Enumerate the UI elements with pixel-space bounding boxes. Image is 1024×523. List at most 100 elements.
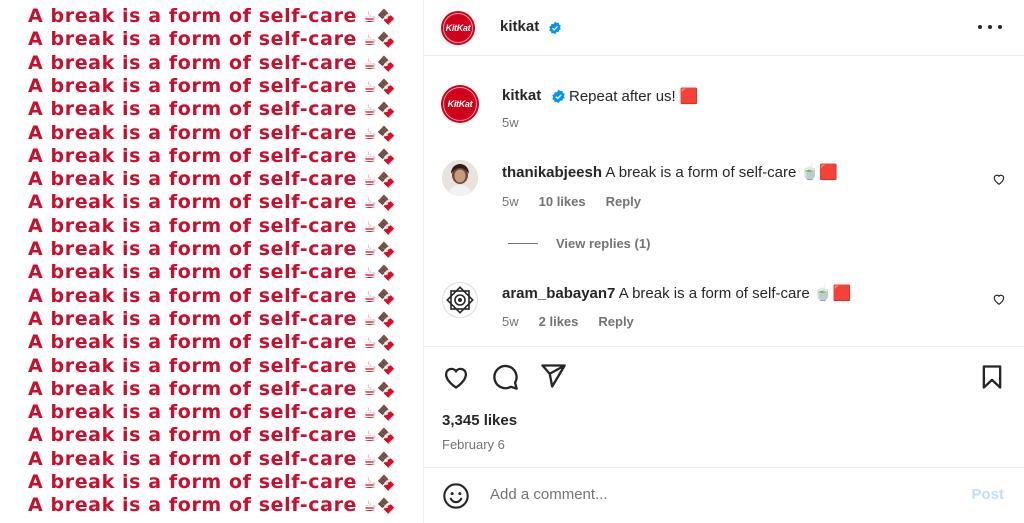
coffee-chocolate-emoji-icon: ☕🍫 xyxy=(363,474,397,492)
post-details-panel: KitKat kitkat KitKat kitkat Repeat after… xyxy=(424,0,1024,523)
coffee-chocolate-emoji-icon: ☕🍫 xyxy=(363,404,397,423)
coffee-chocolate-emoji-icon: ☕🍫 xyxy=(363,194,397,213)
share-icon[interactable] xyxy=(539,362,567,390)
verified-badge-icon xyxy=(549,21,561,35)
post-image-text: A break is a form of self-care xyxy=(28,121,358,144)
coffee-chocolate-emoji-icon: ☕🍫 xyxy=(363,497,397,516)
post-image-text: A break is a form of self-care xyxy=(28,191,358,214)
coffee-chocolate-emoji-icon: ☕🍫 xyxy=(363,334,397,353)
post-image-text-line: A break is a form of self-care ☕🍫 xyxy=(28,238,396,261)
post-image-text-line: A break is a form of self-care ☕🍫 xyxy=(28,494,396,517)
post-date[interactable]: February 6 xyxy=(442,437,505,452)
post-image-text-line: A break is a form of self-care ☕🍫 xyxy=(28,122,396,145)
coffee-chocolate-emoji-icon: ☕🍫 xyxy=(363,450,397,469)
caption-avatar[interactable]: KitKat xyxy=(441,85,479,123)
post-image-text: A break is a form of self-care xyxy=(28,168,358,191)
comment-reply-button[interactable]: Reply xyxy=(598,314,633,329)
more-options-button[interactable] xyxy=(978,17,1002,37)
post-image-text: A break is a form of self-care xyxy=(28,447,358,470)
post-image-text-line: A break is a form of self-care ☕🍫 xyxy=(28,378,396,401)
coffee-chocolate-emoji-icon: ☕🍫 xyxy=(363,264,397,283)
coffee-chocolate-emoji-icon: ☕🍫 xyxy=(363,147,397,166)
post-image-text: A break is a form of self-care xyxy=(28,51,358,74)
post-image-text-line: A break is a form of self-care ☕🍫 xyxy=(28,168,396,191)
post-image-text-line: A break is a form of self-care ☕🍫 xyxy=(28,145,396,168)
comment-time[interactable]: 5w xyxy=(502,314,519,329)
add-comment-input[interactable] xyxy=(490,486,950,503)
post-image-text-line: A break is a form of self-care ☕🍫 xyxy=(28,215,396,238)
post-image-text: A break is a form of self-care xyxy=(28,377,358,400)
post-image-text: A break is a form of self-care xyxy=(28,284,358,307)
more-horizontal-icon-dot xyxy=(998,25,1002,29)
comment-meta: 5w 2 likes Reply xyxy=(502,314,634,329)
heart-icon[interactable] xyxy=(442,363,470,391)
post-image-text-line: A break is a form of self-care ☕🍫 xyxy=(28,471,396,494)
post-image-text-line: A break is a form of self-care ☕🍫 xyxy=(28,191,396,214)
coffee-chocolate-emoji-icon: ☕🍫 xyxy=(363,380,397,399)
author-avatar-logo: KitKat xyxy=(445,23,471,33)
geometric-emblem-icon xyxy=(444,284,476,316)
post-image-text: A break is a form of self-care xyxy=(28,214,358,237)
post-image-text-line: A break is a form of self-care ☕🍫 xyxy=(28,401,396,424)
coffee-chocolate-emoji-icon: ☕🍫 xyxy=(363,171,397,190)
comment-avatar[interactable] xyxy=(442,282,478,318)
post-image-text: A break is a form of self-care xyxy=(28,354,358,377)
post-image-text: A break is a form of self-care xyxy=(28,401,358,424)
post-image-text-line: A break is a form of self-care ☕🍫 xyxy=(28,331,396,354)
post-image-text: A break is a form of self-care xyxy=(28,238,358,260)
post-image-text-line: A break is a form of self-care ☕🍫 xyxy=(28,28,396,51)
comment-username[interactable]: aram_babayan7 xyxy=(502,285,615,302)
post-image-text-line: A break is a form of self-care ☕🍫 xyxy=(28,75,396,98)
comment-likes[interactable]: 2 likes xyxy=(539,314,579,329)
more-horizontal-icon-dot xyxy=(978,25,982,29)
coffee-chocolate-emoji-icon: ☕🍫 xyxy=(363,241,397,259)
author-avatar[interactable]: KitKat xyxy=(441,11,475,45)
comment-icon[interactable] xyxy=(491,363,519,391)
coffee-chocolate-emoji-icon: ☕🍫 xyxy=(363,8,397,26)
post-image-text-line: A break is a form of self-care ☕🍫 xyxy=(28,5,396,28)
coffee-chocolate-emoji-icon: ☕🍫 xyxy=(363,427,397,446)
coffee-chocolate-emoji-icon: ☕🍫 xyxy=(363,287,397,306)
view-replies-button[interactable]: View replies (1) xyxy=(508,236,650,251)
post-image-text-line: A break is a form of self-care ☕🍫 xyxy=(28,308,396,331)
post-image-text: A break is a form of self-care xyxy=(28,307,358,330)
coffee-chocolate-emoji-icon: ☕🍫 xyxy=(363,357,397,376)
caption-time[interactable]: 5w xyxy=(502,115,519,130)
coffee-chocolate-emoji-icon: ☕🍫 xyxy=(363,54,397,73)
comment-body: aram_babayan7 A break is a form of self-… xyxy=(502,284,851,302)
caption-avatar-logo: KitKat xyxy=(447,99,473,109)
coffee-chocolate-emoji-icon: ☕🍫 xyxy=(363,101,397,120)
comment-reply-button[interactable]: Reply xyxy=(606,194,641,209)
post-image[interactable]: A break is a form of self-care ☕🍫 A break … xyxy=(0,0,423,523)
comment-text: A break is a form of self-care 🍵🟥 xyxy=(618,285,852,302)
post-image-text: A break is a form of self-care xyxy=(28,424,358,447)
comment-meta: 5w 10 likes Reply xyxy=(502,194,641,209)
post-image-text: A break is a form of self-care xyxy=(28,261,358,284)
comment-like-heart-icon[interactable] xyxy=(992,292,1006,306)
post-image-text-line: A break is a form of self-care ☕🍫 xyxy=(28,285,396,308)
comment-likes[interactable]: 10 likes xyxy=(539,194,586,209)
coffee-chocolate-emoji-icon: ☕🍫 xyxy=(363,77,397,96)
post-image-text-line: A break is a form of self-care ☕🍫 xyxy=(28,98,396,121)
view-replies-label: View replies (1) xyxy=(556,236,651,251)
post-comment-button[interactable]: Post xyxy=(971,486,1004,503)
comment-text: A break is a form of self-care 🍵🟥 xyxy=(605,164,838,181)
view-replies-dash xyxy=(508,243,538,244)
comment-avatar[interactable] xyxy=(442,160,478,196)
author-username[interactable]: kitkat xyxy=(500,18,539,35)
comment-username[interactable]: thanikabjeesh xyxy=(502,164,602,181)
coffee-chocolate-emoji-icon: ☕🍫 xyxy=(363,124,397,143)
comment-time[interactable]: 5w xyxy=(502,194,519,209)
bookmark-icon[interactable] xyxy=(978,363,1006,391)
comment-like-heart-icon[interactable] xyxy=(992,172,1006,186)
post-image-text: A break is a form of self-care xyxy=(28,331,358,354)
post-image-text: A break is a form of self-care xyxy=(28,144,358,167)
coffee-chocolate-emoji-icon: ☕🍫 xyxy=(363,217,397,236)
likes-count[interactable]: 3,345 likes xyxy=(442,412,517,429)
user-photo-icon xyxy=(442,160,478,196)
post-image-text: A break is a form of self-care xyxy=(28,494,358,517)
emoji-icon[interactable] xyxy=(442,482,470,510)
post-image-text: A break is a form of self-care xyxy=(28,471,358,493)
post-image-text: A break is a form of self-care xyxy=(28,28,358,51)
caption-username[interactable]: kitkat xyxy=(502,87,541,104)
